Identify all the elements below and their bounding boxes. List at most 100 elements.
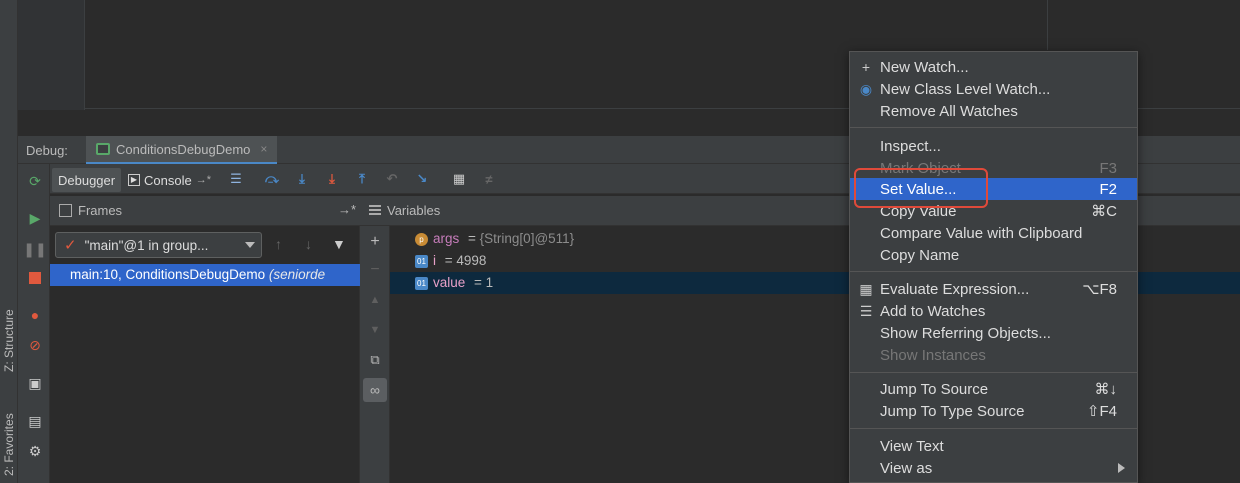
layout-icon[interactable]: ▤: [26, 412, 44, 430]
frames-icon: [59, 204, 72, 217]
menu-item-label: New Class Level Watch...: [880, 80, 1051, 98]
stop-icon[interactable]: [26, 269, 44, 287]
add-watch-icon[interactable]: +: [366, 233, 384, 251]
pin-icon[interactable]: →*: [196, 174, 211, 186]
menu-item-copy-name[interactable]: Copy Name: [850, 244, 1137, 266]
menu-item-shortcut: ⌘C: [1091, 203, 1117, 220]
menu-item-label: New Watch...: [880, 58, 969, 76]
menu-item-label: Copy Name: [880, 246, 960, 264]
menu-item-jump-source[interactable]: Jump To Source ⌘↓: [850, 378, 1137, 400]
submenu-arrow-icon: [1118, 463, 1125, 473]
structure-tab-label: Z: Structure: [2, 309, 16, 372]
frame-down-icon[interactable]: ↓: [305, 236, 312, 252]
editor-right-margin: [1047, 0, 1048, 50]
variables-icon: [369, 205, 381, 215]
menu-item-label: View Text: [880, 437, 944, 455]
variable-equals: =: [441, 253, 457, 268]
parameter-icon: p: [415, 232, 428, 246]
frame-row[interactable]: main:10, ConditionsDebugDemo (seniorde: [50, 264, 360, 286]
menu-item-label: Jump To Type Source: [880, 402, 1025, 420]
debug-session-tab[interactable]: ConditionsDebugDemo ×: [86, 136, 278, 164]
move-up-icon[interactable]: ▲: [366, 291, 384, 309]
frame-location: main:10, ConditionsDebugDemo: [70, 267, 266, 282]
menu-item-jump-type-source[interactable]: Jump To Type Source ⇧F4: [850, 400, 1137, 422]
debug-actions-column: ⟳ ▶ ❚❚ ● ⊘ ▣ ▤ ⚙: [18, 164, 50, 483]
filter-icon[interactable]: ▼: [332, 236, 346, 252]
highlight-callout: [854, 168, 988, 208]
menu-item-shortcut: F3: [1099, 159, 1117, 177]
menu-item-compare-clipboard[interactable]: Compare Value with Clipboard: [850, 222, 1137, 244]
menu-item-shortcut: ⌥F8: [1082, 281, 1117, 298]
editor-gutter: [18, 0, 85, 110]
debugger-tab-label: Debugger: [58, 172, 116, 188]
console-icon: ▶: [128, 174, 140, 186]
variable-equals: =: [464, 231, 480, 246]
evaluate-expression-icon[interactable]: ▦: [450, 170, 468, 188]
variable-value: 1: [485, 275, 494, 290]
variables-side-toolbar: + − ▲ ▼ ⧉ ∞: [360, 226, 390, 483]
frames-pin-icon[interactable]: →*: [338, 202, 356, 217]
menu-item-view-text[interactable]: View Text: [850, 435, 1137, 457]
menu-separator: [850, 271, 1137, 272]
calculator-icon: ▦: [859, 280, 873, 297]
camera-icon[interactable]: ▣: [26, 374, 44, 392]
show-execution-point-icon[interactable]: ☰: [227, 170, 245, 188]
frames-header: Frames →*: [50, 196, 360, 226]
menu-item-add-watches[interactable]: ☰ Add to Watches: [850, 300, 1137, 322]
frame-package: (seniorde: [268, 267, 326, 282]
menu-item-label: Add to Watches: [880, 302, 986, 320]
field-icon: 01: [415, 254, 428, 268]
drop-frame-icon[interactable]: ↶: [383, 170, 401, 188]
field-icon: 01: [415, 276, 428, 290]
step-into-icon[interactable]: ⤓: [293, 170, 311, 188]
menu-item-show-instances[interactable]: Show Instances: [850, 344, 1137, 366]
glasses-icon[interactable]: ∞: [363, 378, 387, 402]
menu-item-label: Inspect...: [880, 137, 941, 155]
rerun-icon[interactable]: ⟳: [26, 172, 44, 190]
tab-debugger[interactable]: Debugger: [52, 168, 122, 192]
thread-selector[interactable]: ✓ "main"@1 in group...: [55, 232, 262, 258]
chevron-down-icon: [245, 242, 255, 248]
session-tab-label: ConditionsDebugDemo: [116, 141, 251, 157]
menu-item-evaluate[interactable]: ▦ Evaluate Expression... ⌥F8: [850, 278, 1137, 300]
menu-item-referring-objects[interactable]: Show Referring Objects...: [850, 322, 1137, 344]
menu-item-label: Compare Value with Clipboard: [880, 224, 1083, 242]
menu-item-label: Show Referring Objects...: [880, 324, 1051, 342]
step-out-icon[interactable]: ⤒: [353, 170, 371, 188]
frames-title: Frames: [78, 203, 123, 218]
variable-name: args: [433, 231, 460, 246]
close-icon[interactable]: ×: [260, 142, 267, 156]
variable-value: {String[0]@511}: [479, 231, 575, 246]
plus-icon: +: [861, 59, 871, 75]
menu-item-label: Evaluate Expression...: [880, 280, 1030, 298]
menu-item-inspect[interactable]: Inspect...: [850, 135, 1137, 157]
resume-icon[interactable]: ▶: [26, 209, 44, 227]
menu-separator: [850, 428, 1137, 429]
frames-panel: ✓ "main"@1 in group... ↑ ↓ ▼ main:10, Co…: [50, 226, 360, 483]
menu-item-new-class-watch[interactable]: ◉ New Class Level Watch...: [850, 78, 1137, 100]
view-breakpoints-icon[interactable]: ●: [26, 306, 44, 324]
mute-breakpoints-icon[interactable]: ⊘: [26, 336, 44, 354]
favorites-tab-label: 2: Favorites: [2, 413, 16, 476]
remove-watch-icon[interactable]: −: [366, 261, 384, 279]
settings-icon[interactable]: ⚙: [26, 442, 44, 460]
menu-separator: [850, 372, 1137, 373]
menu-item-remove-watches[interactable]: Remove All Watches: [850, 100, 1137, 122]
checkmark-icon: ✓: [64, 237, 77, 254]
menu-item-new-watch[interactable]: + New Watch...: [850, 56, 1137, 78]
menu-item-shortcut: F2: [1099, 180, 1117, 198]
move-down-icon[interactable]: ▼: [366, 321, 384, 339]
menu-item-label: Show Instances: [880, 346, 986, 364]
menu-item-label: View as: [880, 459, 933, 477]
menu-item-view-as[interactable]: View as: [850, 457, 1137, 479]
tab-console[interactable]: ▶ Console →*: [122, 168, 217, 192]
frame-up-icon[interactable]: ↑: [275, 236, 282, 252]
step-over-icon[interactable]: ⤼: [263, 170, 281, 188]
run-to-cursor-icon[interactable]: ↘: [413, 170, 431, 188]
trace-stream-icon[interactable]: ≠: [480, 170, 498, 188]
copy-icon[interactable]: ⧉: [366, 351, 384, 369]
pause-icon[interactable]: ❚❚: [23, 240, 46, 258]
force-step-into-icon[interactable]: ⤓: [323, 170, 341, 188]
run-config-icon: [96, 143, 110, 155]
variable-name: i: [433, 253, 436, 268]
